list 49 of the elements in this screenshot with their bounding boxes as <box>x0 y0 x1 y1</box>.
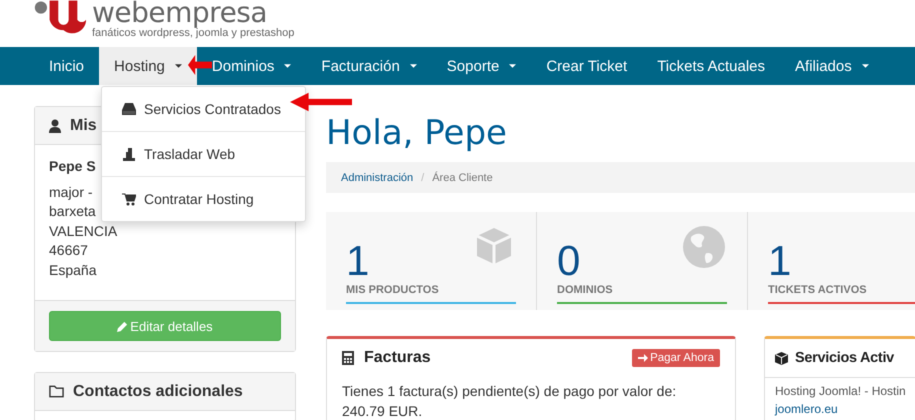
logo-tagline: fanáticos wordpress, joomla y prestashop <box>92 27 294 40</box>
address-line: VALENCIA <box>49 222 118 240</box>
address-line: España <box>49 260 96 280</box>
calculator-icon <box>342 351 354 365</box>
breadcrumb-separator: / <box>421 172 424 184</box>
page-heading: Hola, Pepe <box>326 112 508 155</box>
logo-wordmark: webempresa <box>92 0 268 26</box>
stat-number: 1 <box>346 240 370 282</box>
nav-item[interactable]: Soporte <box>432 47 532 85</box>
service-link[interactable]: joomlero.eu <box>775 402 838 416</box>
invoice-message: Tienes 1 factura(s) pendiente(s) de pago por valor de: 240.79 EUR. <box>341 382 678 420</box>
arrow-annotation <box>290 92 352 112</box>
panel-title: Contactos adicionales <box>73 382 243 400</box>
drive-icon <box>122 103 136 115</box>
stat-number: 0 <box>557 240 580 282</box>
nav-item[interactable]: Afiliados <box>780 47 884 85</box>
dropdown-item[interactable]: Trasladar Web <box>102 132 305 177</box>
nav-item[interactable]: Tickets Actuales <box>642 47 780 85</box>
folder-icon <box>49 385 64 398</box>
nav-item[interactable]: Crear Ticket <box>531 47 642 85</box>
box-icon <box>474 226 514 266</box>
stat-label: DOMINIOS <box>557 284 614 296</box>
nav-item[interactable]: Hosting <box>99 47 197 85</box>
stat-label: TICKETS ACTIVOS <box>768 284 868 296</box>
dropdown-item[interactable]: Contratar Hosting <box>102 177 305 221</box>
breadcrumb-text: Área Cliente <box>432 172 493 184</box>
cart-icon <box>122 192 136 206</box>
arrow-annotation <box>188 55 212 75</box>
address-line: 46667 <box>49 241 88 260</box>
panel-title: Servicios Activ <box>795 350 894 366</box>
arrow-right-icon <box>638 353 648 363</box>
customer-name: Pepe S <box>49 157 96 176</box>
breadcrumb-link[interactable]: Administración <box>341 172 414 184</box>
service-name: Hosting Joomla! - Hostin <box>775 383 906 400</box>
stat-label: MIS PRODUCTOS <box>346 284 440 296</box>
nav-item[interactable]: Dominios <box>196 47 306 85</box>
nav-item[interactable]: Inicio <box>34 47 100 85</box>
pay-now-button[interactable]: Pagar Ahora <box>632 349 720 367</box>
globe-icon <box>683 226 725 268</box>
cube-icon <box>775 352 788 364</box>
nav-item[interactable]: Facturación <box>306 47 432 85</box>
address-line: major - <box>49 182 93 202</box>
panel-title: Mis <box>70 116 97 134</box>
stat-number: 1 <box>768 240 792 282</box>
panel-title: Facturas <box>364 349 431 367</box>
pencil-icon <box>117 320 128 332</box>
user-icon <box>49 118 61 132</box>
logo-icon <box>34 0 86 36</box>
address-line: barxeta <box>49 202 96 221</box>
